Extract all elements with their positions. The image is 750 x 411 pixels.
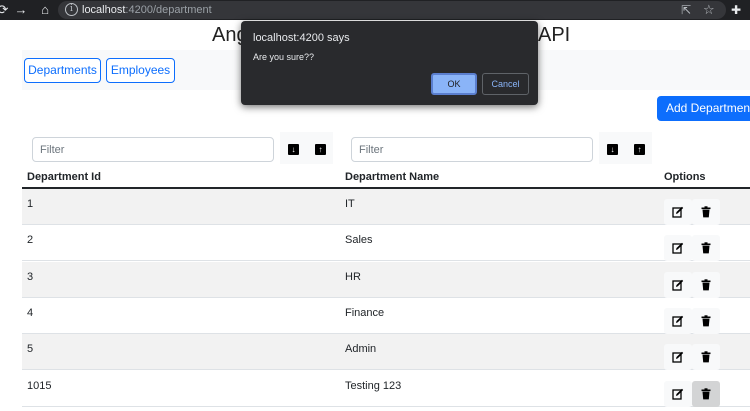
url-text[interactable]: localhost:4200/department — [82, 3, 212, 17]
department-id-cell: 4 — [27, 306, 34, 319]
share-icon[interactable]: ⇱ — [681, 2, 691, 18]
site-info-icon[interactable]: i — [65, 3, 78, 16]
delete-button[interactable] — [692, 235, 720, 262]
department-name-cell: Admin — [345, 343, 377, 356]
sort-id-asc-icon[interactable]: ↑ — [315, 144, 326, 155]
department-id-cell: 1015 — [27, 379, 52, 392]
edit-button[interactable] — [664, 344, 692, 371]
edit-button[interactable] — [664, 307, 692, 334]
department-name-cell: Testing 123 — [345, 379, 402, 392]
employees-button[interactable]: Employees — [106, 58, 175, 83]
dialog-message: Are you sure?? — [253, 52, 315, 62]
url-host: localhost — [82, 4, 126, 16]
dialog-ok-button[interactable]: OK — [431, 73, 477, 95]
url-path: :4200/department — [125, 4, 212, 16]
reload-icon[interactable]: ⟳ — [0, 1, 12, 19]
home-icon[interactable]: ⌂ — [36, 1, 54, 19]
department-id-cell: 5 — [27, 343, 34, 356]
table-row: 3 HR — [22, 261, 750, 298]
edit-button[interactable] — [664, 271, 692, 298]
column-header-department-id: Department Id — [27, 171, 101, 183]
edit-button[interactable] — [664, 380, 692, 407]
table-row: 5 Admin — [22, 334, 750, 371]
department-name-cell: HR — [345, 270, 361, 283]
edit-button[interactable] — [664, 199, 692, 225]
forward-icon[interactable]: → — [12, 1, 30, 19]
sort-name-asc-icon[interactable]: ↑ — [634, 144, 645, 155]
column-header-department-name: Department Name — [345, 171, 440, 183]
table-row: 1 IT — [22, 189, 750, 225]
department-id-filter-input[interactable] — [32, 137, 274, 162]
table-row: 1015 Testing 123 — [22, 371, 750, 407]
bookmark-star-icon[interactable]: ☆ — [703, 2, 715, 18]
department-name-filter-input[interactable] — [351, 137, 593, 162]
sort-id-desc-icon[interactable]: ↓ — [288, 144, 299, 155]
dialog-cancel-button[interactable]: Cancel — [482, 73, 529, 95]
add-department-button[interactable]: Add Department — [657, 96, 750, 121]
sort-name-desc-icon[interactable]: ↓ — [607, 144, 618, 155]
id-sort-group: ↓ ↑ — [280, 132, 333, 164]
delete-button[interactable] — [692, 199, 720, 225]
delete-button[interactable] — [692, 307, 720, 334]
dialog-title: localhost:4200 says — [253, 32, 350, 44]
page-title-right: API — [538, 24, 571, 46]
table-row: 4 Finance — [22, 298, 750, 334]
column-header-options: Options — [664, 171, 706, 183]
browser-toolbar: ⟳ → ⌂ i localhost:4200/department ⇱ ☆ ✚ — [0, 0, 750, 20]
name-sort-group: ↓ ↑ — [599, 132, 652, 164]
department-id-cell: 1 — [27, 198, 34, 210]
delete-button[interactable] — [692, 344, 720, 371]
departments-button[interactable]: Departments — [24, 58, 101, 83]
delete-button[interactable] — [692, 271, 720, 298]
department-id-cell: 3 — [27, 270, 34, 283]
department-id-cell: 2 — [27, 234, 34, 247]
delete-button[interactable] — [692, 380, 720, 407]
address-bar[interactable]: i localhost:4200/department ⇱ ☆ — [58, 1, 726, 19]
department-name-cell: Finance — [345, 306, 385, 319]
table-row: 2 Sales — [22, 225, 750, 262]
edit-button[interactable] — [664, 235, 692, 262]
confirm-dialog: localhost:4200 says Are you sure?? OK Ca… — [241, 21, 538, 105]
department-name-cell: Sales — [345, 234, 373, 247]
extensions-puzzle-icon[interactable]: ✚ — [731, 2, 741, 18]
department-name-cell: IT — [345, 198, 355, 210]
